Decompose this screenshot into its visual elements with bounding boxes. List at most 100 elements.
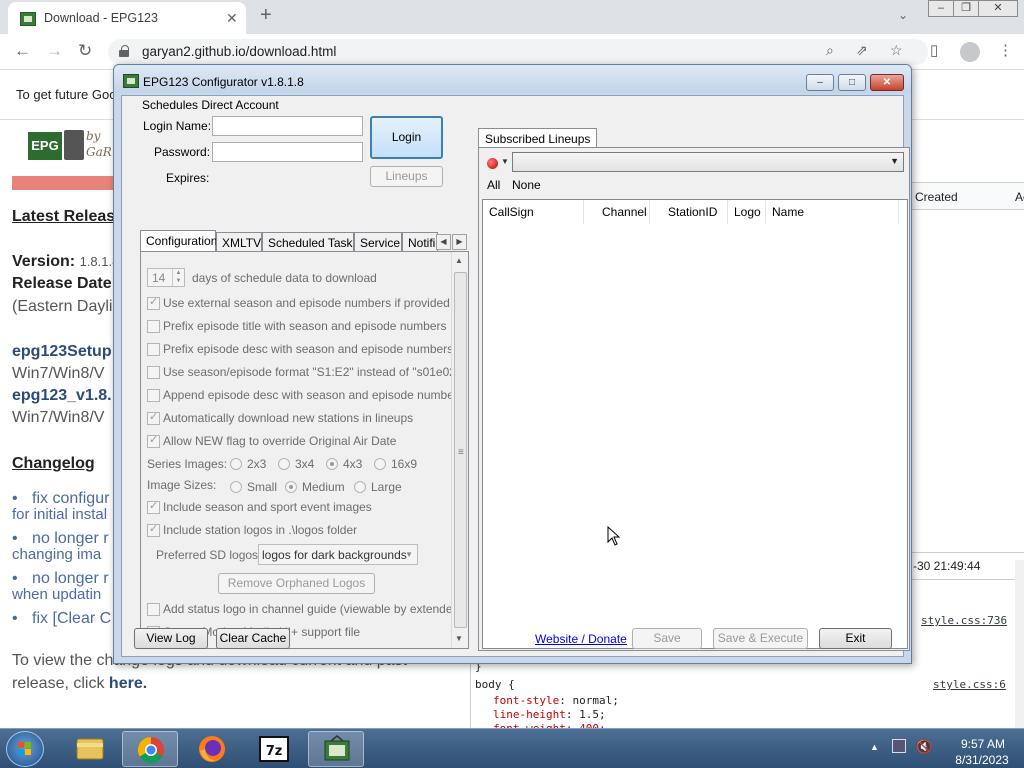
- option-checkbox[interactable]: [147, 433, 160, 448]
- taskbar-explorer-icon[interactable]: [62, 731, 118, 767]
- station-logos-checkbox[interactable]: [147, 522, 160, 537]
- side-panel-icon[interactable]: ▯: [930, 41, 938, 59]
- style-source-link[interactable]: style.css:6: [933, 678, 1006, 691]
- option-checkbox[interactable]: [147, 343, 160, 356]
- image-size-radio[interactable]: [230, 481, 242, 493]
- season-sport-checkbox[interactable]: [147, 499, 160, 514]
- taskbar-epg123-icon[interactable]: [308, 731, 364, 767]
- option-checkbox[interactable]: [147, 366, 160, 379]
- dropdown-caret-icon: ▼: [890, 156, 899, 166]
- exit-button[interactable]: Exit: [819, 628, 892, 649]
- website-donate-link[interactable]: Website / Donate: [535, 632, 627, 646]
- save-execute-button[interactable]: Save & Execute: [713, 628, 808, 649]
- lock-icon[interactable]: [119, 45, 129, 57]
- url-text[interactable]: garyan2.github.io/download.html: [142, 44, 336, 59]
- taskbar-chrome-icon[interactable]: [122, 731, 178, 767]
- dialog-titlebar[interactable]: EPG123 Configurator v1.8.1.8 – □ ✕: [114, 65, 911, 93]
- dialog-body: Schedules Direct Account Login Name: Pas…: [121, 95, 910, 657]
- search-icon[interactable]: ⌕: [826, 42, 834, 59]
- series-image-radio[interactable]: [230, 458, 242, 470]
- share-icon[interactable]: ⇗: [856, 42, 868, 59]
- red-status-icon[interactable]: [487, 158, 498, 169]
- series-image-radio[interactable]: [278, 458, 290, 470]
- dialog-maximize-icon[interactable]: □: [838, 74, 866, 91]
- back-arrow-icon[interactable]: ←: [14, 41, 31, 61]
- lineups-button[interactable]: Lineups: [370, 166, 443, 187]
- image-size-radio[interactable]: [354, 481, 366, 493]
- volume-muted-icon[interactable]: 🔇: [916, 739, 932, 755]
- style-source-link[interactable]: style.css:736: [921, 614, 1007, 627]
- taskbar-firefox-icon[interactable]: [184, 731, 240, 767]
- days-spinner[interactable]: 14 ▲ ▼: [147, 268, 185, 287]
- scroll-up-icon[interactable]: ▲: [455, 256, 463, 265]
- scrollbar-thumb[interactable]: ≡: [454, 272, 467, 628]
- status-dropdown-caret-icon[interactable]: ▼: [501, 157, 509, 166]
- preferred-logos-select[interactable]: logos for dark backgrounds ▼: [258, 544, 418, 565]
- browser-close-icon[interactable]: ✕: [978, 0, 1018, 17]
- start-button[interactable]: [6, 731, 44, 767]
- option-checkbox[interactable]: [147, 389, 160, 402]
- address-bar[interactable]: garyan2.github.io/download.html ⌕ ⇗ ☆: [108, 39, 928, 65]
- dialog-minimize-icon[interactable]: –: [806, 74, 834, 91]
- column-header-channel[interactable]: Channel: [584, 200, 650, 224]
- taskbar-7zip-icon[interactable]: 7z: [246, 731, 302, 767]
- browser-minimize-icon[interactable]: –: [928, 0, 954, 17]
- ac-column-header[interactable]: Ac: [1015, 190, 1024, 204]
- select-none-link[interactable]: None: [512, 178, 541, 192]
- setup-download-link[interactable]: epg123Setup: [12, 343, 112, 361]
- spinner-arrows-icon[interactable]: ▲ ▼: [172, 269, 184, 286]
- tab-configuration[interactable]: Configuration: [140, 230, 217, 252]
- devtools-scrollbar[interactable]: [1015, 560, 1024, 728]
- tab-subscribed-lineups[interactable]: Subscribed Lineups: [478, 128, 598, 148]
- zip-download-link[interactable]: epg123_v1.8.: [12, 387, 112, 405]
- tab-search-chevron-icon[interactable]: ⌄: [898, 8, 908, 22]
- forward-arrow-icon[interactable]: →: [46, 41, 63, 61]
- tab-scheduled-task[interactable]: Scheduled Task: [262, 232, 354, 252]
- browser-restore-icon[interactable]: ❐: [953, 0, 979, 17]
- reload-icon[interactable]: ↻: [78, 41, 92, 61]
- dialog-close-icon[interactable]: ✕: [870, 74, 904, 91]
- image-size-radio[interactable]: [285, 481, 297, 493]
- scroll-down-icon[interactable]: ▼: [455, 634, 463, 643]
- changelog-here-link[interactable]: here.: [109, 675, 147, 692]
- bookmark-star-icon[interactable]: ☆: [890, 42, 903, 59]
- tab-service[interactable]: Service: [354, 232, 402, 252]
- network-icon[interactable]: [892, 739, 906, 753]
- option-checkbox[interactable]: [147, 320, 160, 333]
- column-header-callsign[interactable]: CallSign: [483, 200, 584, 224]
- tab-xmltv[interactable]: XMLTV: [216, 232, 262, 252]
- dialog-title: EPG123 Configurator v1.8.1.8: [143, 75, 304, 89]
- login-name-input[interactable]: [212, 116, 363, 136]
- clock-date[interactable]: 8/31/2023: [946, 753, 1018, 767]
- series-image-radio[interactable]: [326, 458, 338, 470]
- option-checkbox[interactable]: [147, 410, 160, 425]
- created-column-header[interactable]: Created: [915, 190, 958, 204]
- tab-scroll-right-icon[interactable]: ▶: [452, 234, 467, 250]
- stations-listview[interactable]: CallSign Channel StationID Logo Name: [482, 199, 908, 649]
- tab-scroll-left-icon[interactable]: ◀: [436, 234, 451, 250]
- status-logo-checkbox[interactable]: [147, 603, 160, 616]
- column-header-stationid[interactable]: StationID: [650, 200, 728, 224]
- view-log-button[interactable]: View Log: [134, 628, 208, 649]
- clear-cache-button[interactable]: Clear Cache: [216, 628, 290, 649]
- option-checkbox[interactable]: [147, 295, 160, 310]
- column-header-name[interactable]: Name: [766, 200, 899, 224]
- save-button[interactable]: Save: [632, 628, 702, 649]
- menu-kebab-icon[interactable]: ⋮: [998, 41, 1013, 59]
- column-header-logo[interactable]: Logo: [728, 200, 766, 224]
- tab-notifications[interactable]: Notific: [402, 232, 438, 252]
- config-scrollbar[interactable]: ▲ ≡ ▼: [451, 252, 468, 648]
- remove-orphaned-logos-button[interactable]: Remove Orphaned Logos: [218, 573, 375, 594]
- login-button[interactable]: Login: [370, 116, 443, 159]
- series-image-radio[interactable]: [374, 458, 386, 470]
- password-input[interactable]: [212, 142, 363, 162]
- clock-time[interactable]: 9:57 AM: [950, 737, 1016, 751]
- new-tab-icon[interactable]: +: [260, 4, 272, 27]
- profile-avatar-icon[interactable]: [960, 42, 980, 62]
- image-sizes-label: Image Sizes:: [147, 478, 217, 492]
- tab-close-icon[interactable]: ✕: [226, 10, 238, 27]
- select-all-link[interactable]: All: [487, 178, 500, 192]
- lineup-select[interactable]: ▼: [512, 152, 904, 172]
- show-hidden-icons-icon[interactable]: ▲: [870, 742, 879, 752]
- browser-tab[interactable]: Download - EPG123 ✕: [8, 2, 246, 34]
